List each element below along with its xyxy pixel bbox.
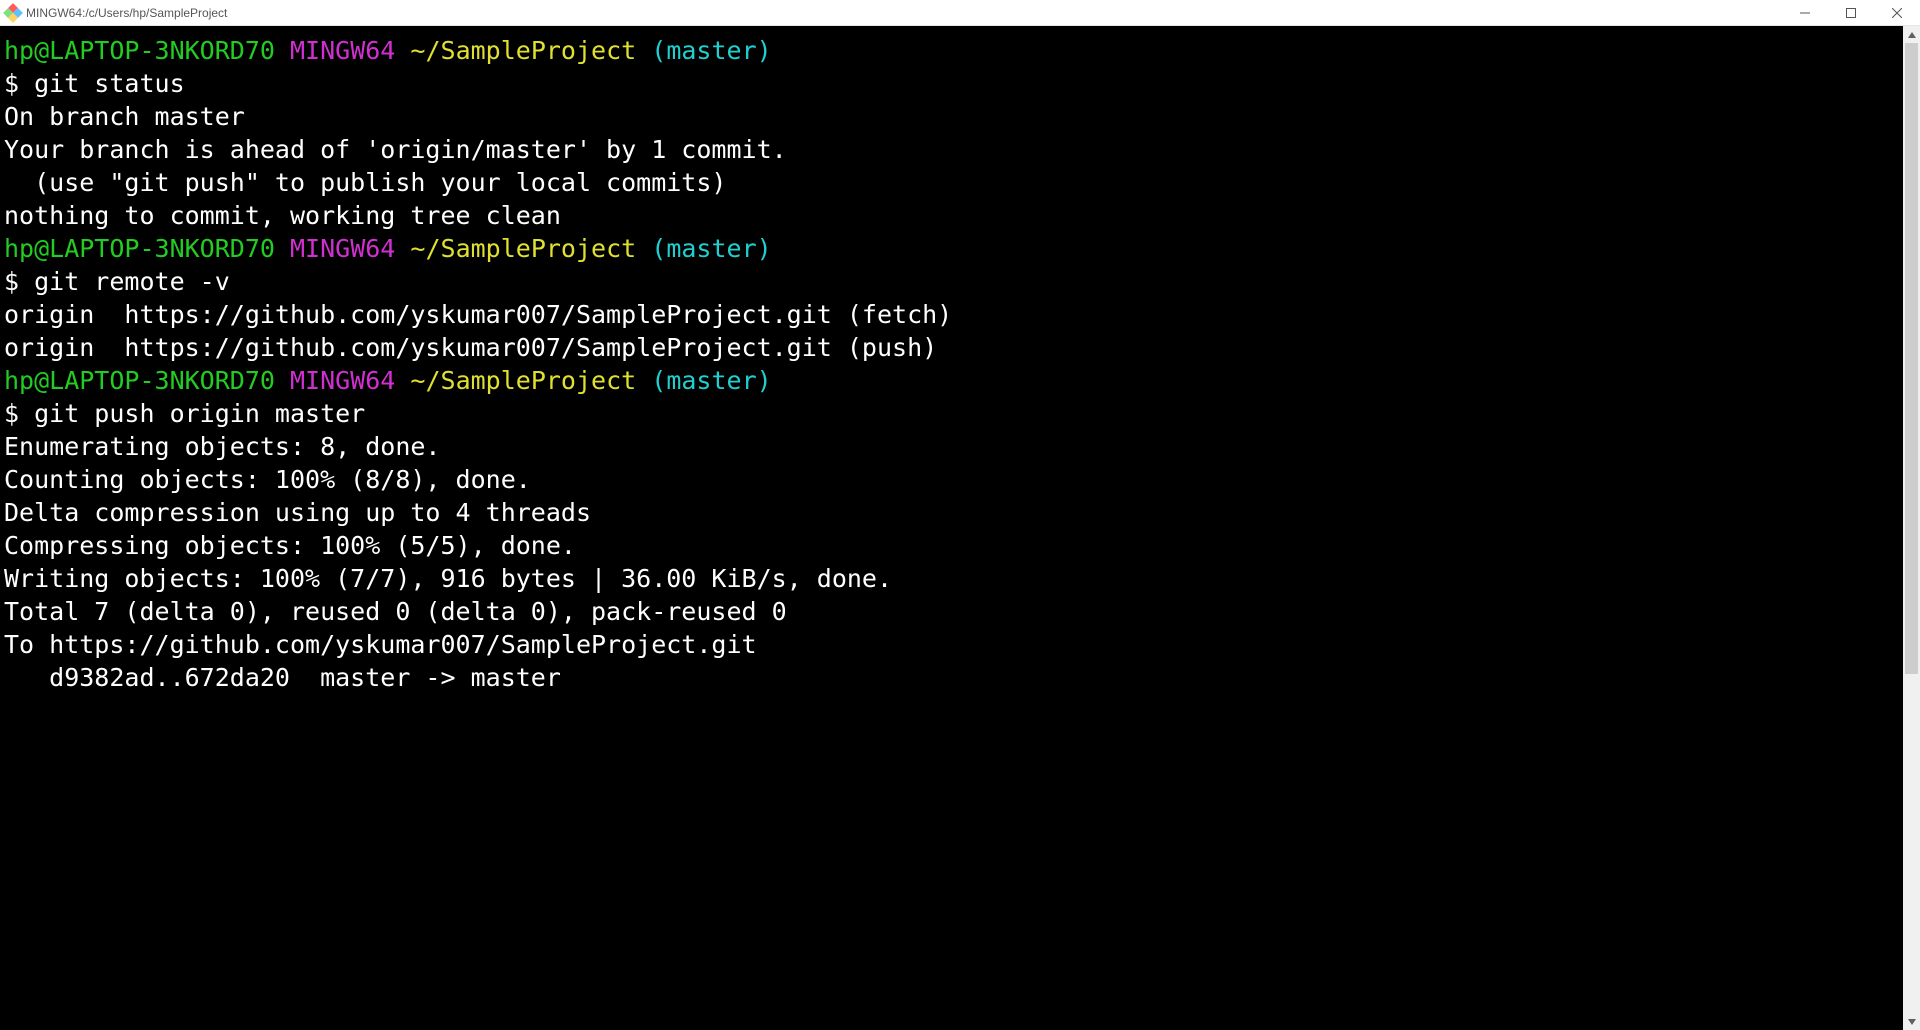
command-line: $ git push origin master [4,397,1916,430]
minimize-button[interactable] [1782,0,1828,25]
output-line: Total 7 (delta 0), reused 0 (delta 0), p… [4,595,1916,628]
output-line: Counting objects: 100% (8/8), done. [4,463,1916,496]
terminal-area: hp@LAPTOP-3NKORD70 MINGW64 ~/SampleProje… [0,26,1920,1030]
output-line: (use "git push" to publish your local co… [4,166,1916,199]
scroll-up-button[interactable] [1903,26,1920,43]
output-line: Compressing objects: 100% (5/5), done. [4,529,1916,562]
output-line: nothing to commit, working tree clean [4,199,1916,232]
output-line: origin https://github.com/yskumar007/Sam… [4,298,1916,331]
prompt-line: hp@LAPTOP-3NKORD70 MINGW64 ~/SampleProje… [4,232,1916,265]
output-line: d9382ad..672da20 master -> master [4,661,1916,694]
output-line: To https://github.com/yskumar007/SampleP… [4,628,1916,661]
prompt-line: hp@LAPTOP-3NKORD70 MINGW64 ~/SampleProje… [4,364,1916,397]
maximize-button[interactable] [1828,0,1874,25]
output-line: Delta compression using up to 4 threads [4,496,1916,529]
command-line: $ git remote -v [4,265,1916,298]
scroll-down-button[interactable] [1903,1013,1920,1030]
output-line: On branch master [4,100,1916,133]
terminal-output[interactable]: hp@LAPTOP-3NKORD70 MINGW64 ~/SampleProje… [0,26,1920,1030]
app-icon [3,3,23,23]
window-titlebar: MINGW64:/c/Users/hp/SampleProject [0,0,1920,26]
scroll-thumb[interactable] [1905,43,1918,674]
window-title: MINGW64:/c/Users/hp/SampleProject [26,6,227,20]
output-line: Writing objects: 100% (7/7), 916 bytes |… [4,562,1916,595]
prompt-line: hp@LAPTOP-3NKORD70 MINGW64 ~/SampleProje… [4,34,1916,67]
output-line: origin https://github.com/yskumar007/Sam… [4,331,1916,364]
close-button[interactable] [1874,0,1920,25]
window-controls [1782,0,1920,25]
titlebar-left: MINGW64:/c/Users/hp/SampleProject [0,6,1782,20]
scrollbar-track[interactable] [1903,26,1920,1030]
output-line: Your branch is ahead of 'origin/master' … [4,133,1916,166]
scroll-thumb-area[interactable] [1903,43,1920,1013]
output-line: Enumerating objects: 8, done. [4,430,1916,463]
command-line: $ git status [4,67,1916,100]
